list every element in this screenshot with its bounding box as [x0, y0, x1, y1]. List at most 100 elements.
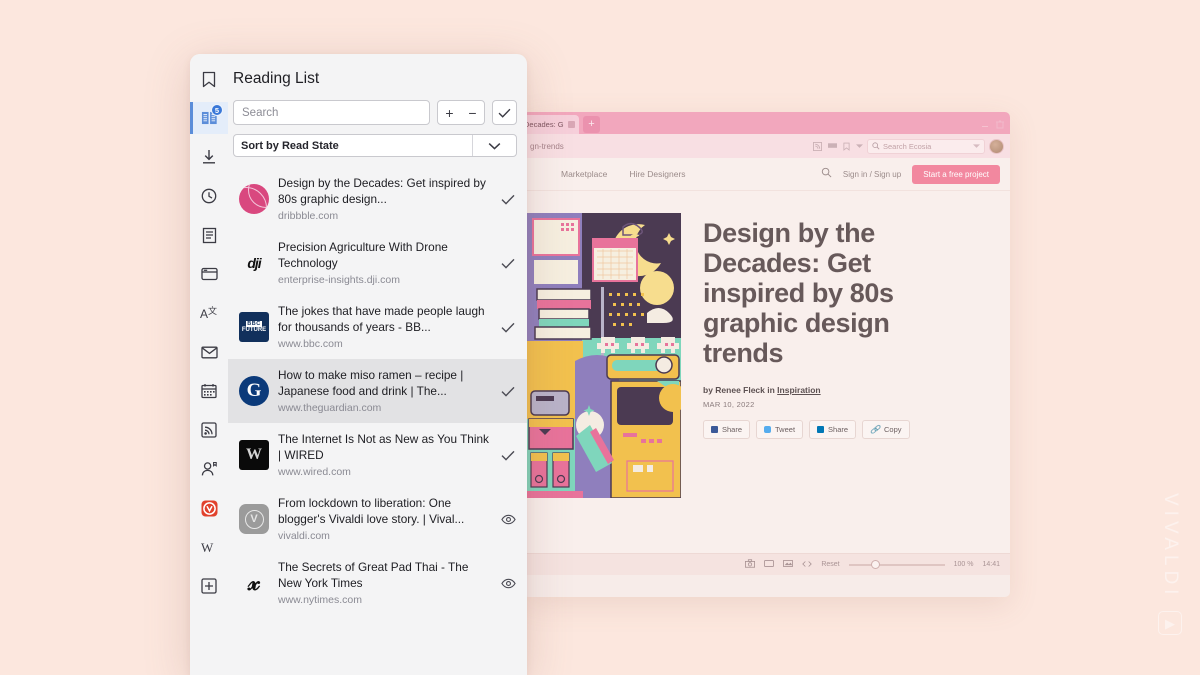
share-twitter-button[interactable]: Tweet	[756, 420, 803, 439]
sidebar-item-feeds[interactable]	[190, 414, 228, 446]
list-item-title: The jokes that have made people laugh fo…	[278, 304, 489, 335]
sign-in-sign-up-link[interactable]: Sign in / Sign up	[843, 170, 901, 179]
list-item-text: How to make miso ramen – recipe | Japane…	[278, 368, 489, 414]
sidebar-item-windows[interactable]	[190, 258, 228, 290]
sidebar-item-bookmarks[interactable]	[190, 63, 228, 95]
reading-list: Design by the Decades: Get inspired by 8…	[228, 167, 527, 675]
rss-feed-icon[interactable]	[813, 142, 822, 151]
sidebar-item-reading-list[interactable]: 5	[190, 102, 228, 134]
remove-page-button[interactable]: −	[461, 101, 484, 124]
trash-icon[interactable]	[996, 116, 1004, 124]
read-state-read-icon[interactable]	[498, 450, 518, 461]
list-item-text: The Secrets of Great Pad Thai - The New …	[278, 560, 489, 606]
sidebar-item-history[interactable]	[190, 180, 228, 212]
share-linkedin-button[interactable]: Share	[809, 420, 856, 439]
start-free-project-button[interactable]: Start a free project	[912, 165, 1000, 184]
browser-tab[interactable]: Decades: G	[523, 115, 579, 134]
developer-tools-icon[interactable]	[802, 560, 812, 570]
bookmark-icon	[201, 71, 217, 88]
address-input[interactable]: gn-trends	[527, 142, 809, 151]
list-item[interactable]: Design by the Decades: Get inspired by 8…	[228, 167, 527, 231]
sort-dropdown-label: Sort by Read State	[234, 140, 472, 152]
svg-text:文: 文	[208, 306, 217, 316]
read-state-unread-icon[interactable]	[498, 578, 518, 589]
chevron-down-icon[interactable]	[856, 144, 863, 149]
list-item-domain: enterprise-insights.dji.com	[278, 274, 489, 286]
linkedin-icon	[817, 426, 824, 433]
list-item-title: Design by the Decades: Get inspired by 8…	[278, 176, 489, 207]
list-item[interactable]: BBCFUTURE The jokes that have made peopl…	[228, 295, 527, 359]
read-state-read-icon[interactable]	[498, 322, 518, 333]
add-page-button[interactable]: +	[438, 101, 461, 124]
minimize-icon[interactable]	[981, 116, 989, 124]
browser-address-bar: gn-trends Search Ecosia	[523, 134, 1010, 158]
nav-link-marketplace[interactable]: Marketplace	[561, 169, 607, 179]
browser-tab-bar: Decades: G +	[523, 112, 1010, 134]
tiling-icon[interactable]	[764, 559, 774, 570]
tab-favicon	[568, 121, 575, 128]
sidebar-item-add-web-panel[interactable]	[190, 570, 228, 602]
copy-link-button[interactable]: 🔗 Copy	[862, 420, 909, 439]
wikipedia-web-panel-icon: W	[200, 540, 218, 555]
sidebar-item-translate[interactable]: A文	[190, 297, 228, 329]
sidebar-item-mail[interactable]	[190, 336, 228, 368]
browser-search-field[interactable]: Search Ecosia	[867, 139, 985, 154]
bookmark-icon[interactable]	[843, 142, 850, 151]
list-item[interactable]: G How to make miso ramen – recipe | Japa…	[228, 359, 527, 423]
list-item[interactable]: V From lockdown to liberation: One blogg…	[228, 487, 527, 551]
profile-avatar[interactable]	[989, 139, 1004, 154]
favicon-vivaldi: V	[239, 504, 269, 534]
download-icon	[201, 149, 217, 166]
list-item[interactable]: 𝓍 The Secrets of Great Pad Thai - The Ne…	[228, 551, 527, 615]
byline-category-link[interactable]: Inspiration	[777, 385, 820, 395]
images-toggle-icon[interactable]	[783, 559, 793, 570]
sidebar-item-calendar[interactable]	[190, 375, 228, 407]
sidebar-item-contacts[interactable]	[190, 453, 228, 485]
site-search-icon[interactable]	[821, 165, 832, 183]
zoom-reset-label[interactable]: Reset	[821, 561, 839, 568]
chevron-down-icon[interactable]	[472, 135, 516, 156]
nav-link-hire-designers[interactable]: Hire Designers	[629, 169, 685, 179]
web-page-content: Marketplace Hire Designers Sign in / Sig…	[523, 158, 1010, 575]
zoom-slider[interactable]	[849, 564, 945, 566]
sort-dropdown[interactable]: Sort by Read State	[233, 134, 517, 157]
list-item[interactable]: W The Internet Is Not as New as You Thin…	[228, 423, 527, 487]
sidebar-item-downloads[interactable]	[190, 141, 228, 173]
clock-icon	[201, 188, 217, 204]
list-item-domain: www.wired.com	[278, 466, 489, 478]
list-item-domain: www.theguardian.com	[278, 402, 489, 414]
sidebar-item-wikipedia-panel[interactable]: W	[190, 531, 228, 563]
check-icon	[501, 322, 515, 333]
new-tab-button[interactable]: +	[583, 116, 600, 133]
favicon-bbc: BBCFUTURE	[239, 312, 269, 342]
list-item-domain: dribbble.com	[278, 210, 489, 222]
reader-mode-icon[interactable]	[828, 142, 837, 150]
capture-page-icon[interactable]	[745, 559, 755, 570]
favicon-dji: dji	[239, 248, 269, 278]
search-input[interactable]	[233, 100, 430, 125]
browser-status-bar: Reset 100 % 14:41	[523, 553, 1010, 575]
share-facebook-label: Share	[722, 425, 742, 434]
article: Design by the Decades: Get inspired by 8…	[523, 191, 1010, 498]
zoom-slider-knob[interactable]	[871, 560, 880, 569]
search-icon	[872, 142, 880, 150]
sidebar-item-notes[interactable]	[190, 219, 228, 251]
list-item[interactable]: dji Precision Agriculture With Drone Tec…	[228, 231, 527, 295]
list-item-text: The jokes that have made people laugh fo…	[278, 304, 489, 350]
eye-icon	[501, 578, 516, 589]
list-item-domain: www.bbc.com	[278, 338, 489, 350]
read-state-read-icon[interactable]	[498, 194, 518, 205]
svg-text:A: A	[200, 307, 208, 321]
list-item-title: Precision Agriculture With Drone Technol…	[278, 240, 489, 271]
mark-all-read-button[interactable]	[493, 101, 516, 124]
read-state-unread-icon[interactable]	[498, 514, 518, 525]
sidebar-item-vivaldi-panel[interactable]	[190, 492, 228, 524]
search-engine-caret-icon	[973, 144, 980, 149]
read-state-read-icon[interactable]	[498, 386, 518, 397]
reading-list-badge: 5	[211, 104, 223, 116]
share-facebook-button[interactable]: Share	[703, 420, 750, 439]
search-placeholder: Search Ecosia	[883, 142, 931, 151]
panel-content: Reading List + − Sort by Read State	[228, 54, 527, 675]
read-state-read-icon[interactable]	[498, 258, 518, 269]
share-linkedin-label: Share	[828, 425, 848, 434]
